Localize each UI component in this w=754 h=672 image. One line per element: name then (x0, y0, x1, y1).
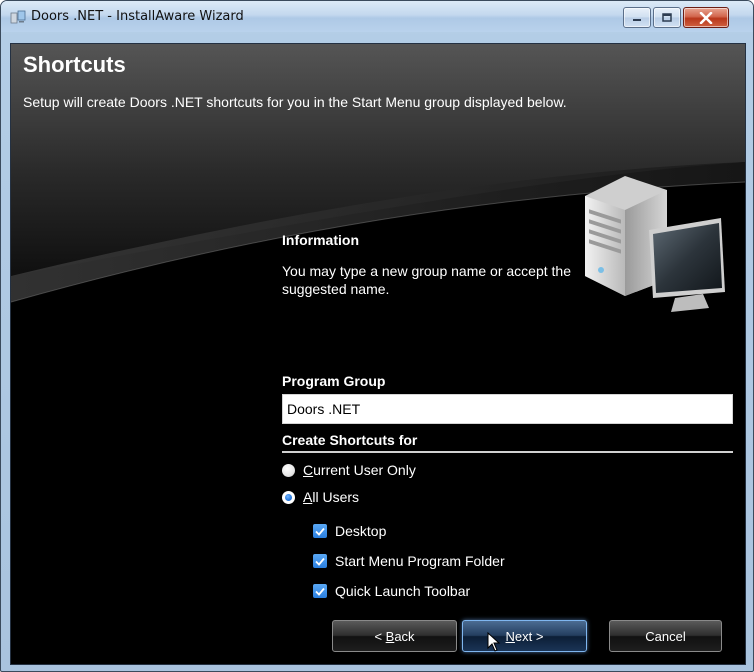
section-divider (282, 451, 733, 453)
radio-current-user-label: Current User Only (303, 462, 416, 478)
minimize-icon (633, 18, 641, 21)
background-swoosh (11, 44, 745, 664)
next-button[interactable]: Next > (462, 620, 587, 652)
radio-all-users-label: All Users (303, 489, 360, 505)
checkbox-quick-launch-label: Quick Launch Toolbar (335, 583, 471, 599)
radio-current-user-only[interactable]: Current User Only (282, 462, 416, 478)
information-text: You may type a new group name or accept … (282, 263, 571, 297)
close-icon (699, 11, 713, 24)
maximize-button[interactable] (653, 7, 681, 28)
radio-selected-icon (282, 490, 295, 504)
computer-icon (585, 176, 725, 312)
checkmark-icon (313, 554, 327, 568)
page-subtitle: Setup will create Doors .NET shortcuts f… (23, 94, 567, 110)
installer-window: Doors .NET - InstallAware Wizard Shortcu… (0, 0, 754, 672)
information-heading: Information (282, 232, 359, 248)
checkbox-start-menu-label: Start Menu Program Folder (335, 553, 505, 569)
installer-app-icon (10, 10, 26, 24)
checkbox-desktop-label: Desktop (335, 523, 387, 539)
checkmark-icon (313, 584, 327, 598)
checkbox-quick-launch[interactable]: Quick Launch Toolbar (313, 583, 470, 599)
wizard-panel: Shortcuts Setup will create Doors .NET s… (10, 43, 746, 665)
maximize-icon (662, 12, 672, 22)
minimize-button[interactable] (623, 7, 651, 28)
program-group-input[interactable] (282, 394, 733, 424)
window-title: Doors .NET - InstallAware Wizard (31, 9, 244, 24)
checkbox-start-menu-folder[interactable]: Start Menu Program Folder (313, 553, 505, 569)
page-title: Shortcuts (23, 52, 126, 77)
checkbox-desktop[interactable]: Desktop (313, 523, 386, 539)
radio-unselected-icon (282, 463, 295, 477)
create-shortcuts-label: Create Shortcuts for (282, 432, 418, 448)
title-bar[interactable]: Doors .NET - InstallAware Wizard (1, 1, 753, 32)
radio-all-users[interactable]: All Users (282, 489, 359, 505)
cancel-button[interactable]: Cancel (609, 620, 722, 652)
checkmark-icon (313, 524, 327, 538)
mouse-cursor-icon (487, 632, 501, 652)
program-group-label: Program Group (282, 373, 386, 389)
back-button[interactable]: < Back (332, 620, 457, 652)
close-button[interactable] (683, 7, 729, 28)
